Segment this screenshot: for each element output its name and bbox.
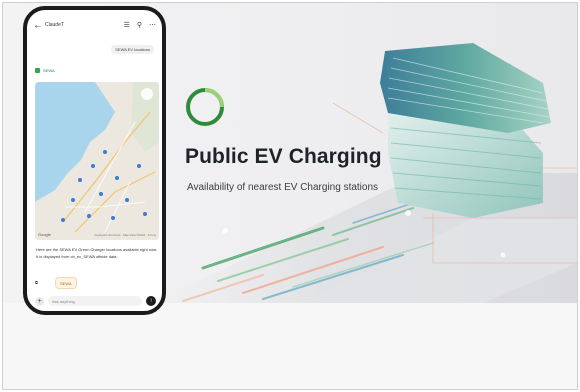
copy-icon[interactable]: ⧉ xyxy=(35,280,38,285)
sewa-logo-icon xyxy=(35,68,40,73)
source-tag-label: SEWA xyxy=(43,68,55,73)
screenshot-frame: Public EV Charging Availability of neare… xyxy=(2,2,578,390)
menu-icon[interactable]: ☰ xyxy=(124,21,130,29)
map-google-label: Google xyxy=(38,232,51,237)
send-icon[interactable]: ↑ xyxy=(146,296,156,306)
person-icon[interactable]: ⚲ xyxy=(137,21,142,29)
back-arrow-icon[interactable]: ← xyxy=(33,20,45,31)
map-illustration xyxy=(35,82,159,240)
more-icon[interactable]: ⋯ xyxy=(149,21,156,29)
map-view[interactable]: Google Keyboard shortcuts · Map data ©20… xyxy=(35,82,159,240)
chat-input[interactable]: Ask anything xyxy=(48,296,142,306)
assistant-answer-text: Here are the SEWA EV Green Charger locat… xyxy=(36,247,158,259)
plus-icon[interactable]: + xyxy=(35,296,44,306)
phone-mockup: ← ClaudeT ☰ ⚲ ⋯ SEWA EV locations SEWA G… xyxy=(23,6,166,315)
hero-title: Public EV Charging xyxy=(185,145,382,168)
user-message-bubble: SEWA EV locations xyxy=(111,45,154,54)
chat-header: ← ClaudeT ☰ ⚲ ⋯ xyxy=(27,10,162,40)
chat-title: ClaudeT xyxy=(45,22,64,28)
map-attribution[interactable]: Keyboard shortcuts · Map data ©2024 · Te… xyxy=(94,233,156,237)
source-tag[interactable]: SEWA xyxy=(35,68,55,73)
chat-input-bar: + Ask anything ↑ xyxy=(35,294,156,308)
hero-subtitle: Availability of nearest EV Charging stat… xyxy=(187,182,379,193)
brand-logo-icon xyxy=(186,88,224,126)
reply-chip[interactable]: SEWA xyxy=(55,277,77,289)
lower-panel xyxy=(3,303,577,389)
